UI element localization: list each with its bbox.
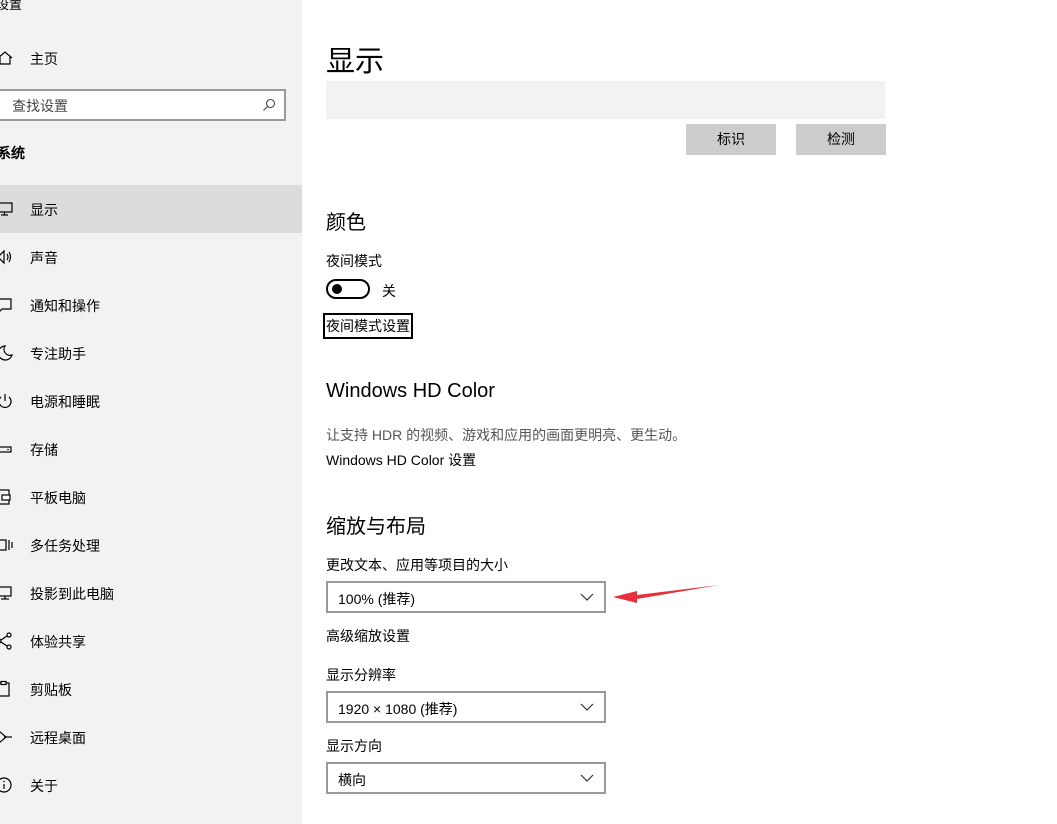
sidebar-item-label: 专注助手 — [30, 346, 86, 362]
home-icon — [0, 51, 13, 65]
sidebar-item-label: 主页 — [30, 51, 58, 67]
sidebar-item-notifications[interactable]: 通知和操作 — [0, 281, 302, 329]
search-placeholder: 查找设置 — [12, 98, 68, 114]
sidebar-item-label: 体验共享 — [30, 634, 86, 650]
sidebar-item-project[interactable]: 投影到此电脑 — [0, 569, 302, 617]
info-icon — [0, 777, 12, 793]
scale-value: 100% (推荐) — [338, 591, 416, 607]
chevron-down-icon — [580, 593, 594, 601]
tablet-icon — [0, 489, 11, 505]
advanced-scaling-link[interactable]: 高级缩放设置 — [326, 626, 410, 646]
power-icon — [0, 394, 12, 408]
chevron-down-icon — [580, 703, 594, 711]
sidebar-item-shared-experiences[interactable]: 体验共享 — [0, 617, 302, 665]
display-arrangement-area[interactable] — [326, 81, 885, 119]
remote-icon — [0, 731, 12, 743]
sidebar-item-label: 通知和操作 — [30, 298, 100, 314]
sidebar-item-label: 电源和睡眠 — [30, 394, 100, 410]
orientation-dropdown[interactable]: 横向 — [326, 762, 606, 794]
share-icon — [0, 632, 12, 650]
sidebar-item-sound[interactable]: 声音 — [0, 233, 302, 281]
hdr-heading: Windows HD Color — [326, 380, 495, 402]
sidebar-item-label: 多任务处理 — [30, 538, 100, 554]
night-light-toggle[interactable] — [326, 279, 370, 299]
color-heading: 颜色 — [326, 212, 366, 234]
chevron-down-icon — [580, 774, 594, 782]
notification-icon — [0, 298, 12, 312]
night-light-settings-link[interactable]: 夜间模式设置 — [323, 313, 413, 339]
toggle-knob — [332, 284, 342, 294]
hdr-settings-link[interactable]: Windows HD Color 设置 — [326, 450, 476, 470]
sidebar: 设置 主页 查找设置 系统 显示 声音 通知和操作 专注助手 电源和睡眠 存储 — [0, 0, 302, 824]
scale-label: 更改文本、应用等项目的大小 — [326, 557, 508, 573]
sidebar-item-power-sleep[interactable]: 电源和睡眠 — [0, 377, 302, 425]
sidebar-item-display[interactable]: 显示 — [0, 185, 302, 233]
sidebar-item-label: 远程桌面 — [30, 730, 86, 746]
sidebar-item-about[interactable]: 关于 — [0, 761, 302, 809]
orientation-label: 显示方向 — [326, 738, 382, 754]
resolution-value: 1920 × 1080 (推荐) — [338, 701, 458, 717]
sidebar-item-clipboard[interactable]: 剪贴板 — [0, 665, 302, 713]
search-icon — [263, 98, 276, 111]
sidebar-item-label: 剪贴板 — [30, 682, 72, 698]
section-label-system: 系统 — [0, 145, 25, 161]
sidebar-item-remote-desktop[interactable]: 远程桌面 — [0, 713, 302, 761]
sidebar-item-tablet[interactable]: 平板电脑 — [0, 473, 302, 521]
identify-button[interactable]: 标识 — [686, 124, 776, 155]
scale-layout-heading: 缩放与布局 — [326, 516, 426, 538]
page-title: 显示 — [326, 46, 385, 78]
scale-dropdown[interactable]: 100% (推荐) — [326, 581, 606, 613]
sidebar-item-multitasking[interactable]: 多任务处理 — [0, 521, 302, 569]
orientation-value: 横向 — [338, 772, 366, 788]
sidebar-item-focus-assist[interactable]: 专注助手 — [0, 329, 302, 377]
sidebar-item-label: 声音 — [30, 250, 58, 266]
project-icon — [0, 586, 12, 600]
monitor-icon — [0, 202, 13, 216]
multitask-icon — [0, 539, 13, 551]
sidebar-item-storage[interactable]: 存储 — [0, 425, 302, 473]
search-input[interactable]: 查找设置 — [0, 89, 286, 121]
sidebar-item-label: 关于 — [30, 778, 58, 794]
night-light-state: 关 — [382, 283, 396, 299]
sidebar-item-label: 显示 — [30, 202, 58, 218]
speaker-icon — [0, 249, 12, 265]
sidebar-item-home[interactable]: 主页 — [0, 44, 302, 72]
hdr-description: 让支持 HDR 的视频、游戏和应用的画面更明亮、更生动。 — [326, 427, 687, 443]
sidebar-item-label: 投影到此电脑 — [30, 586, 114, 602]
night-light-label: 夜间模式 — [326, 253, 382, 269]
resolution-dropdown[interactable]: 1920 × 1080 (推荐) — [326, 691, 606, 723]
clipboard-icon — [0, 680, 10, 697]
detect-button[interactable]: 检测 — [796, 124, 886, 155]
moon-icon — [0, 345, 13, 361]
sidebar-item-label: 存储 — [30, 442, 58, 458]
app-title: 设置 — [0, 0, 23, 12]
storage-icon — [0, 446, 12, 453]
sidebar-item-label: 平板电脑 — [30, 490, 86, 506]
main-content: 显示 标识 检测 颜色 夜间模式 关 夜间模式设置 Windows HD Col… — [302, 0, 1057, 824]
resolution-label: 显示分辨率 — [326, 667, 396, 683]
annotation-arrow-icon — [613, 585, 719, 603]
